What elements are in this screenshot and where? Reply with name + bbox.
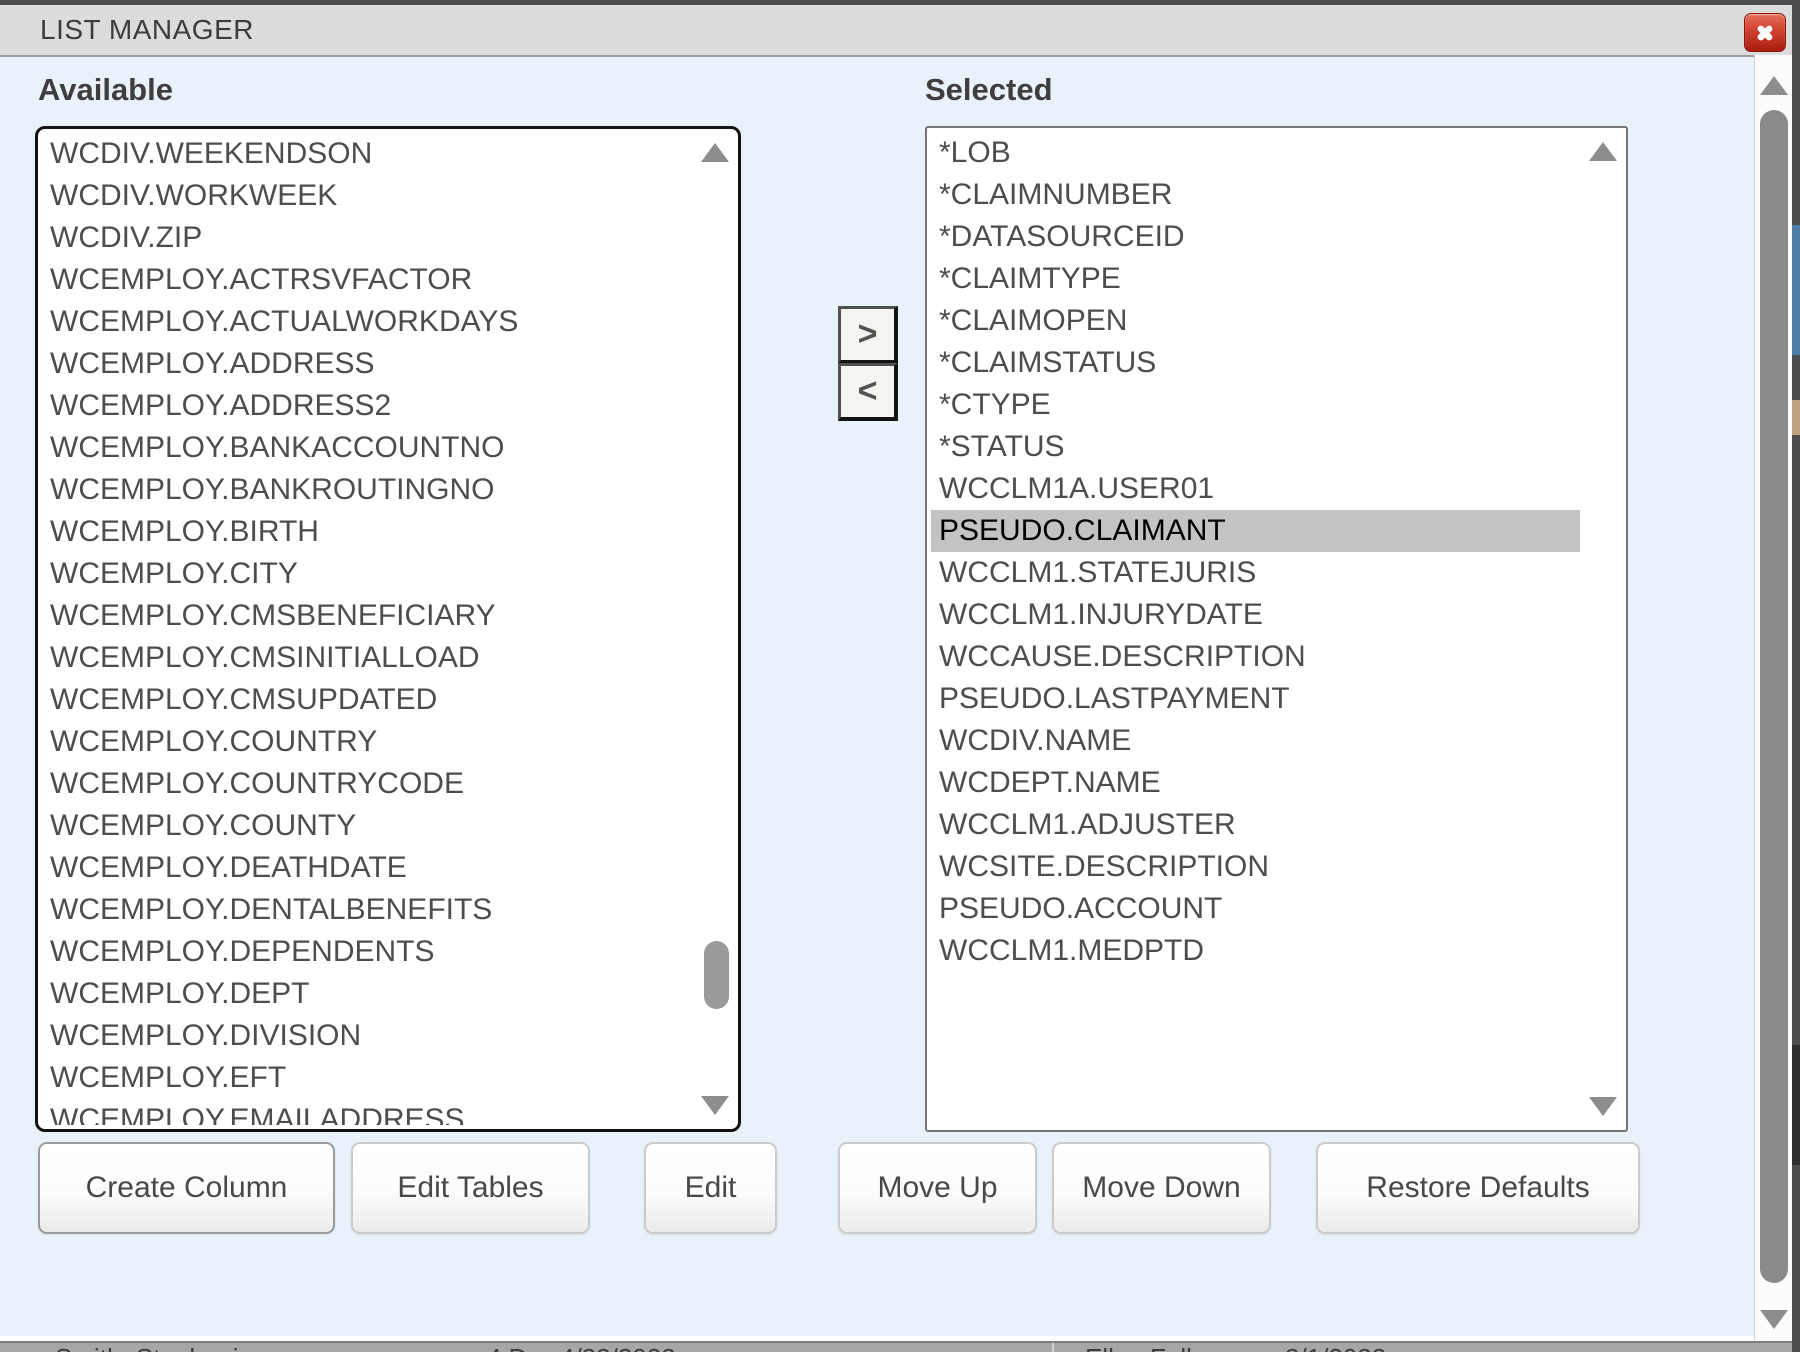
- list-item[interactable]: WCCLM1.STATEJURIS: [931, 552, 1580, 594]
- create-column-button[interactable]: Create Column: [38, 1142, 335, 1234]
- list-item[interactable]: WCEMPLOY.COUNTRYCODE: [42, 763, 692, 805]
- list-item[interactable]: *CLAIMSTATUS: [931, 342, 1580, 384]
- list-item[interactable]: WCSITE.DESCRIPTION: [931, 846, 1580, 888]
- list-item[interactable]: WCEMPLOY.BIRTH: [42, 511, 692, 553]
- dialog-titlebar: LIST MANAGER: [0, 5, 1792, 57]
- list-item[interactable]: WCEMPLOY.COUNTRY: [42, 721, 692, 763]
- list-item[interactable]: PSEUDO.ACCOUNT: [931, 888, 1580, 930]
- selected-listbox[interactable]: *LOB*CLAIMNUMBER*DATASOURCEID*CLAIMTYPE*…: [925, 126, 1628, 1132]
- list-item[interactable]: WCEMPLOY.DEPT: [42, 973, 692, 1015]
- list-item[interactable]: WCCLM1.INJURYDATE: [931, 594, 1580, 636]
- background-text-fragment: 4 Dr: [487, 1343, 536, 1352]
- close-button[interactable]: [1744, 13, 1786, 52]
- list-item[interactable]: WCEMPLOY.EFT: [42, 1057, 692, 1099]
- list-item[interactable]: WCCLM1A.USER01: [931, 468, 1580, 510]
- list-item[interactable]: PSEUDO.CLAIMANT: [931, 510, 1580, 552]
- move-to-selected-button[interactable]: >: [838, 306, 898, 364]
- list-item[interactable]: WCEMPLOY.ACTRSVFACTOR: [42, 259, 692, 301]
- list-item[interactable]: WCEMPLOY.EMAILADDRESS: [42, 1099, 692, 1125]
- move-up-button[interactable]: Move Up: [838, 1142, 1037, 1234]
- background-app-right-edge: [1792, 0, 1800, 1352]
- available-scroll-up-icon[interactable]: [701, 143, 729, 162]
- list-item[interactable]: WCDEPT.NAME: [931, 762, 1580, 804]
- list-item[interactable]: *STATUS: [931, 426, 1580, 468]
- background-text-fragment: 3/1/2022: [1285, 1343, 1386, 1352]
- move-down-button[interactable]: Move Down: [1052, 1142, 1271, 1234]
- list-item[interactable]: WCEMPLOY.BANKROUTINGNO: [42, 469, 692, 511]
- list-item[interactable]: WCEMPLOY.CMSINITIALLOAD: [42, 637, 692, 679]
- list-item[interactable]: WCEMPLOY.DEATHDATE: [42, 847, 692, 889]
- available-scrollbar-thumb[interactable]: [704, 941, 729, 1009]
- list-item[interactable]: WCDIV.NAME: [931, 720, 1580, 762]
- available-label: Available: [38, 72, 173, 108]
- list-item[interactable]: *CLAIMTYPE: [931, 258, 1580, 300]
- list-item[interactable]: WCEMPLOY.BANKACCOUNTNO: [42, 427, 692, 469]
- list-item[interactable]: *DATASOURCEID: [931, 216, 1580, 258]
- selected-scroll-down-icon[interactable]: [1589, 1097, 1617, 1116]
- selected-scroll-up-icon[interactable]: [1589, 142, 1617, 161]
- list-item[interactable]: *CLAIMOPEN: [931, 300, 1580, 342]
- edit-button[interactable]: Edit: [644, 1142, 777, 1234]
- available-listbox[interactable]: WCDIV.WEEKENDSONWCDIV.WORKWEEKWCDIV.ZIPW…: [35, 126, 741, 1132]
- dialog-scrollbar[interactable]: [1754, 55, 1793, 1352]
- list-item[interactable]: WCDIV.WEEKENDSON: [42, 133, 692, 175]
- dialog-scroll-up-icon[interactable]: [1760, 76, 1788, 95]
- dialog-title: LIST MANAGER: [40, 14, 254, 46]
- list-item[interactable]: WCEMPLOY.DEPENDENTS: [42, 931, 692, 973]
- list-item[interactable]: *CTYPE: [931, 384, 1580, 426]
- list-item[interactable]: WCEMPLOY.ADDRESS2: [42, 385, 692, 427]
- list-item[interactable]: PSEUDO.LASTPAYMENT: [931, 678, 1580, 720]
- list-item[interactable]: WCEMPLOY.DIVISION: [42, 1015, 692, 1057]
- available-scroll-down-icon[interactable]: [701, 1096, 729, 1115]
- list-item[interactable]: *LOB: [931, 132, 1580, 174]
- close-icon: [1752, 21, 1778, 45]
- list-item[interactable]: WCCLM1.MEDPTD: [931, 930, 1580, 972]
- list-item[interactable]: WCEMPLOY.CMSBENEFICIARY: [42, 595, 692, 637]
- background-text-fragment: 4/22/2022: [560, 1343, 676, 1352]
- list-manager-dialog: LIST MANAGER Available Selected WCDIV.WE…: [0, 0, 1800, 1352]
- background-table-row: Smith, Stephanie 4 Dr 4/22/2022 Ellen Falk 3…: [0, 1341, 1792, 1352]
- move-to-available-button[interactable]: <: [838, 363, 898, 421]
- list-item[interactable]: WCEMPLOY.DENTALBENEFITS: [42, 889, 692, 931]
- list-item[interactable]: WCEMPLOY.COUNTY: [42, 805, 692, 847]
- list-item[interactable]: WCCAUSE.DESCRIPTION: [931, 636, 1580, 678]
- dialog-scrollbar-thumb[interactable]: [1760, 110, 1788, 1283]
- list-item[interactable]: WCEMPLOY.ACTUALWORKDAYS: [42, 301, 692, 343]
- list-item[interactable]: WCDIV.ZIP: [42, 217, 692, 259]
- list-item[interactable]: WCEMPLOY.CITY: [42, 553, 692, 595]
- background-text-fragment: Smith, Stephanie: [55, 1343, 253, 1352]
- list-item[interactable]: WCCLM1.ADJUSTER: [931, 804, 1580, 846]
- edit-tables-button[interactable]: Edit Tables: [351, 1142, 590, 1234]
- list-item[interactable]: WCEMPLOY.ADDRESS: [42, 343, 692, 385]
- list-item[interactable]: *CLAIMNUMBER: [931, 174, 1580, 216]
- selected-label: Selected: [925, 72, 1053, 108]
- list-item[interactable]: WCDIV.WORKWEEK: [42, 175, 692, 217]
- restore-defaults-button[interactable]: Restore Defaults: [1316, 1142, 1640, 1234]
- background-text-fragment: Ellen Falk: [1085, 1343, 1199, 1352]
- available-listbox-items: WCDIV.WEEKENDSONWCDIV.WORKWEEKWCDIV.ZIPW…: [42, 133, 692, 1125]
- list-item[interactable]: WCEMPLOY.CMSUPDATED: [42, 679, 692, 721]
- dialog-scroll-down-icon[interactable]: [1760, 1310, 1788, 1329]
- selected-listbox-items: *LOB*CLAIMNUMBER*DATASOURCEID*CLAIMTYPE*…: [931, 132, 1580, 1126]
